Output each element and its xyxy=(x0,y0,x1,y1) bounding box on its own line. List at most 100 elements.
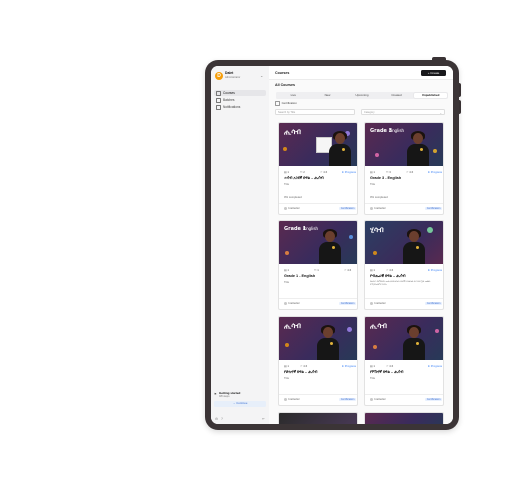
lessons-count: ▤ 1 xyxy=(370,268,375,272)
lessons-count: ▤ 1 xyxy=(370,170,375,174)
completion-text: 0% completed xyxy=(284,195,302,199)
continue-label: Continue xyxy=(236,401,248,405)
course-thumbnail: ሒሳብ xyxy=(279,123,357,166)
progress-status: In Progress xyxy=(427,364,442,368)
page-title: Courses xyxy=(275,70,290,75)
bell-icon xyxy=(216,104,221,110)
avatar xyxy=(284,398,287,401)
book-icon xyxy=(216,90,221,96)
org-switcher[interactable]: D Dalet Administrator ⌄ xyxy=(215,71,267,83)
certification-badge: Certification xyxy=(339,397,356,401)
course-title: Grade 3 - English xyxy=(370,176,402,180)
certification-badge: Certification xyxy=(339,206,356,210)
tab-upcoming[interactable]: Upcoming xyxy=(346,93,379,98)
course-meta: ▤ 1 ⚇ 1 ☆ 4.6 xyxy=(284,268,356,272)
avatar xyxy=(370,207,373,210)
course-card[interactable] xyxy=(364,412,444,424)
certification-badge: Certification xyxy=(425,301,442,305)
chevron-down-icon: ⌄ xyxy=(439,110,442,115)
continue-button[interactable]: → Continue xyxy=(214,401,266,407)
course-card[interactable]: Grade 1 English ▤ 1 ⚇ 1 ☆ 4.6 Grade 1 - … xyxy=(278,220,358,310)
sidebar-item-batches[interactable]: Batches xyxy=(214,97,266,103)
rating: ☆ 4.6 xyxy=(300,364,308,368)
course-subtitle: Title xyxy=(370,181,376,186)
progress-status: In Progress xyxy=(341,364,356,368)
certification-checkbox[interactable] xyxy=(275,101,280,106)
avatar xyxy=(284,207,287,210)
rating: ☆ 4.6 xyxy=(386,364,394,368)
lessons-count: ▤ 1 xyxy=(370,364,375,368)
chevron-down-icon: ⌄ xyxy=(260,73,264,78)
course-title: የብሔራዊ ክፍል – ሒሳብ xyxy=(370,274,406,278)
instructor-name: Instructor xyxy=(374,207,386,211)
tablet-frame: D Dalet Administrator ⌄ Courses Batches … xyxy=(205,60,459,430)
collapse-sidebar-icon[interactable]: ⇤ xyxy=(262,417,265,421)
course-footer: Instructor Certification xyxy=(370,301,442,306)
certification-badge: Certification xyxy=(339,301,356,305)
course-meta: ▤ 1 ☆ 4.6 In Progress xyxy=(284,364,356,368)
instructor-name: Instructor xyxy=(288,302,300,306)
top-bar: Courses + Create xyxy=(269,66,453,80)
tab-new[interactable]: New xyxy=(311,93,344,98)
course-footer: Instructor Certification xyxy=(284,397,356,402)
tablet-screen: D Dalet Administrator ⌄ Courses Batches … xyxy=(211,66,453,424)
create-button[interactable]: + Create xyxy=(421,69,446,76)
course-thumbnail: Grade 3 English xyxy=(365,123,443,166)
rating: ☆ 4.6 xyxy=(386,268,394,272)
course-thumbnail: Grade 1 English xyxy=(279,221,357,264)
sidebar-item-courses[interactable]: Courses xyxy=(214,90,266,96)
certification-badge: Certification xyxy=(425,206,442,210)
getting-started-progress: 0/8 steps xyxy=(219,395,230,398)
course-card[interactable]: Grade 3 English ▤ 1 ⚇ 3 ☆ 4.6 In Progres… xyxy=(364,122,444,215)
progress-status: In Progress xyxy=(427,268,442,272)
rating: ☆ 4.6 xyxy=(320,170,328,174)
settings-icon[interactable]: ⚙ xyxy=(215,417,218,421)
org-logo: D xyxy=(215,72,223,80)
course-footer: Instructor Certification xyxy=(284,301,356,306)
completion-text: 0% completed xyxy=(370,195,388,199)
category-select[interactable]: Category ⌄ xyxy=(361,108,445,115)
course-footer: Instructor Certification xyxy=(284,206,356,211)
course-title: Grade 1 - English xyxy=(284,274,316,278)
create-label: Create xyxy=(430,70,440,75)
search-input[interactable]: Search by Title xyxy=(275,108,355,115)
users-icon xyxy=(216,97,221,103)
rating: ☆ 4.6 xyxy=(344,268,352,272)
course-subtitle: Title xyxy=(284,181,290,186)
thumbnail-title: ሂሳብ xyxy=(370,226,384,234)
instructor-name: Instructor xyxy=(374,398,386,402)
sidebar-item-notifications[interactable]: Notifications xyxy=(214,104,266,110)
course-card[interactable]: ሒሳብ ▤ 1 ☆ 4.6 In Progress የሁለተኛ ክፍል – ሒሳ… xyxy=(278,316,358,406)
course-title: ሐሳብ አንደኛ ክፍል – ሒሳብ xyxy=(284,176,324,180)
avatar xyxy=(284,302,287,305)
course-subtitle: Title xyxy=(284,279,290,284)
course-title: የሁለተኛ ክፍል – ሒሳብ xyxy=(284,370,318,374)
students-count: ⚇ 3 xyxy=(386,170,391,174)
certification-filter[interactable]: Certification xyxy=(275,101,297,106)
sidebar-item-label: Batches xyxy=(223,98,235,102)
progress-status: In Progress xyxy=(341,170,356,174)
search-placeholder: Search by Title xyxy=(278,110,296,114)
tab-unpublished[interactable]: Unpublished xyxy=(414,92,448,99)
tab-created[interactable]: Created xyxy=(380,93,413,98)
course-description: የቁጥር ትምህርት መሰረታዊ ጽንሰ ሀሳቦችን በቀላሉ እና በተሟላ … xyxy=(370,279,431,286)
lessons-count: ▤ 1 xyxy=(284,268,289,272)
course-card[interactable]: ሒሳብ ▤ 1 ⚇ 2 ☆ 4.6 In Progress ሐሳብ አንደኛ ክ… xyxy=(278,122,358,215)
course-tabs: Live New Upcoming Created Unpublished xyxy=(276,92,448,99)
thumbnail-subtitle: English xyxy=(303,226,319,231)
course-card[interactable]: ሒሳብ ▤ 1 ☆ 4.6 In Progress የሦስተኛ ክፍል – ሒሳ… xyxy=(364,316,444,406)
org-name: Dalet xyxy=(225,71,234,75)
lessons-count: ▤ 1 xyxy=(284,364,289,368)
lessons-count: ▤ 1 xyxy=(284,170,289,174)
instructor-name: Instructor xyxy=(288,398,300,402)
sidebar: D Dalet Administrator ⌄ Courses Batches … xyxy=(211,66,270,424)
category-placeholder: Category xyxy=(364,110,375,114)
instructor-name: Instructor xyxy=(374,302,386,306)
students-count: ⚇ 2 xyxy=(300,170,305,174)
course-card[interactable]: ሂሳብ ▤ 1 ☆ 4.6 In Progress የብሔራዊ ክፍል – ሒሳ… xyxy=(364,220,444,310)
course-card[interactable] xyxy=(278,412,358,424)
course-thumbnail: ሂሳብ xyxy=(365,221,443,264)
students-count: ⚇ 1 xyxy=(314,268,319,272)
tab-live[interactable]: Live xyxy=(277,93,310,98)
help-icon[interactable]: ? xyxy=(221,417,223,421)
